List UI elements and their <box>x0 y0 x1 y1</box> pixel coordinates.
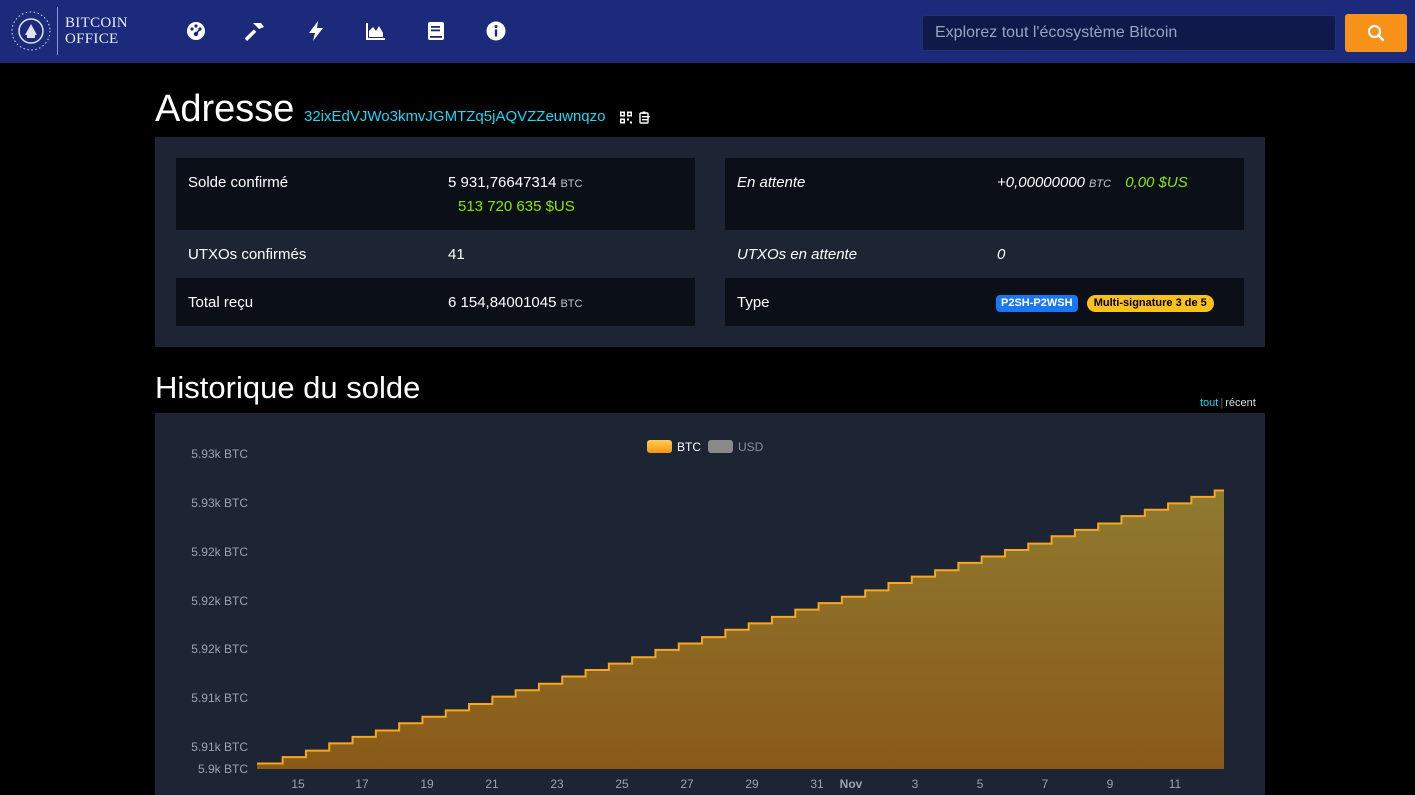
x-tick-label: 15 <box>291 777 305 791</box>
y-tick-label: 5.93k BTC <box>191 447 248 461</box>
x-tick-label: 7 <box>1042 777 1049 791</box>
logo-line-1: BITCOIN <box>65 15 128 31</box>
x-tick-label: 29 <box>745 777 759 791</box>
logo-text: BITCOIN OFFICE <box>65 15 128 47</box>
x-tick-label: Nov <box>840 777 863 791</box>
address-link[interactable]: 32ixEdVJWo3kmvJGMTZq5jAQVZZeuwnqzo <box>304 108 606 125</box>
search-icon <box>1367 24 1385 42</box>
lightning-icon[interactable] <box>305 20 327 42</box>
utxos-pending-value: 0 <box>997 246 1006 263</box>
x-tick-label: 27 <box>680 777 694 791</box>
pending-row: En attente +0,00000000 BTC 0,00 $US <box>725 158 1244 230</box>
hammer-icon[interactable] <box>245 20 267 42</box>
confirmed-balance-row: Solde confirmé 5 931,76647314 BTC 513 720… <box>176 158 695 230</box>
utxos-pending-label: UTXOs en attente <box>737 246 858 263</box>
page-title: Adresse <box>155 88 295 130</box>
utxos-confirmed-row: UTXOs confirmés 41 <box>176 230 695 278</box>
y-tick-label: 5.93k BTC <box>191 496 248 510</box>
range-recent-link[interactable]: récent <box>1225 397 1256 409</box>
pending-btc: +0,00000000 <box>997 174 1086 191</box>
confirmed-balance-usd: 513 720 635 $US <box>458 198 575 215</box>
confirmed-balance-value: 5 931,76647314 BTC <box>448 174 582 191</box>
seal-icon <box>11 11 51 51</box>
x-axis: 15 17 19 21 23 25 27 29 31 Nov 3 5 7 9 11 <box>291 777 1181 791</box>
search-button[interactable] <box>1345 14 1407 52</box>
bitcoin-office-logo[interactable]: BITCOIN OFFICE <box>10 6 135 56</box>
balance-history-title: Historique du solde <box>155 370 421 405</box>
confirmed-balance-btc: 5 931,76647314 <box>448 174 557 191</box>
book-icon[interactable] <box>425 20 447 42</box>
chart-area-icon[interactable] <box>365 20 387 42</box>
range-selector: tout | récent <box>1200 397 1256 409</box>
total-received-unit: BTC <box>560 298 583 310</box>
x-tick-label: 3 <box>912 777 919 791</box>
x-tick-label: 9 <box>1107 777 1114 791</box>
search-input[interactable]: Explorez tout l'écosystème Bitcoin <box>922 15 1336 51</box>
pending-value: +0,00000000 BTC 0,00 $US <box>997 174 1188 191</box>
address-summary-panel: Solde confirmé 5 931,76647314 BTC 513 720… <box>155 137 1265 347</box>
legend-label-usd[interactable]: USD <box>738 440 764 454</box>
pending-unit: BTC <box>1089 178 1112 190</box>
script-type-badge[interactable]: P2SH-P2WSH <box>996 295 1078 312</box>
x-tick-label: 19 <box>420 777 434 791</box>
confirmed-balance-unit: BTC <box>560 178 583 190</box>
utxos-pending-row: UTXOs en attente 0 <box>725 230 1244 278</box>
total-received-row: Total reçu 6 154,84001045 BTC <box>176 278 695 326</box>
plot-area <box>257 489 1224 769</box>
utxos-confirmed-value: 41 <box>448 246 465 263</box>
info-icon[interactable] <box>485 20 507 42</box>
total-received-label: Total reçu <box>188 294 254 311</box>
y-tick-label: 5.92k BTC <box>191 642 248 656</box>
pending-label: En attente <box>737 174 806 191</box>
legend-swatch-usd[interactable] <box>708 440 733 453</box>
legend-swatch-btc[interactable] <box>647 440 672 453</box>
x-tick-label: 11 <box>1169 777 1182 791</box>
type-row: Type P2SH-P2WSH Multi-signature 3 de 5 <box>725 278 1244 326</box>
total-received-value: 6 154,84001045 BTC <box>448 294 582 311</box>
x-tick-label: 17 <box>355 777 369 791</box>
x-tick-label: 31 <box>810 777 824 791</box>
range-all-link[interactable]: tout <box>1200 397 1218 409</box>
chart-legend: BTC USD <box>647 440 764 454</box>
y-axis: 5.93k BTC 5.93k BTC 5.92k BTC 5.92k BTC 5.92… <box>191 447 248 776</box>
x-tick-label: 25 <box>615 777 629 791</box>
x-tick-label: 23 <box>550 777 564 791</box>
top-navbar: BITCOIN OFFICE Explorez tout l'écosystèm… <box>0 0 1415 63</box>
utxos-confirmed-label: UTXOs confirmés <box>188 246 307 263</box>
y-tick-label: 5.9k BTC <box>198 762 248 776</box>
logo-line-2: OFFICE <box>65 31 119 47</box>
y-tick-label: 5.92k BTC <box>191 594 248 608</box>
y-tick-label: 5.91k BTC <box>191 691 248 705</box>
type-label: Type <box>737 294 770 311</box>
balance-history-chart: BTC USD 5.93k BTC 5.93k BTC 5.92k BTC 5.92k … <box>155 413 1265 795</box>
qr-code-icon[interactable] <box>620 111 632 124</box>
type-badges: P2SH-P2WSH Multi-signature 3 de 5 <box>996 293 1214 312</box>
y-tick-label: 5.92k BTC <box>191 545 248 559</box>
confirmed-balance-label: Solde confirmé <box>188 174 289 191</box>
logo-divider <box>57 7 58 55</box>
pending-usd: 0,00 $US <box>1125 174 1188 191</box>
x-tick-label: 5 <box>977 777 984 791</box>
legend-label-btc[interactable]: BTC <box>677 440 701 454</box>
y-tick-label: 5.91k BTC <box>191 740 248 754</box>
copy-icon[interactable] <box>639 111 651 124</box>
multisig-badge[interactable]: Multi-signature 3 de 5 <box>1086 295 1214 312</box>
dashboard-icon[interactable] <box>185 20 207 42</box>
chart-canvas: BTC USD 5.93k BTC 5.93k BTC 5.92k BTC 5.92k … <box>191 440 1224 791</box>
total-received-btc: 6 154,84001045 <box>448 294 557 311</box>
x-tick-label: 21 <box>485 777 499 791</box>
